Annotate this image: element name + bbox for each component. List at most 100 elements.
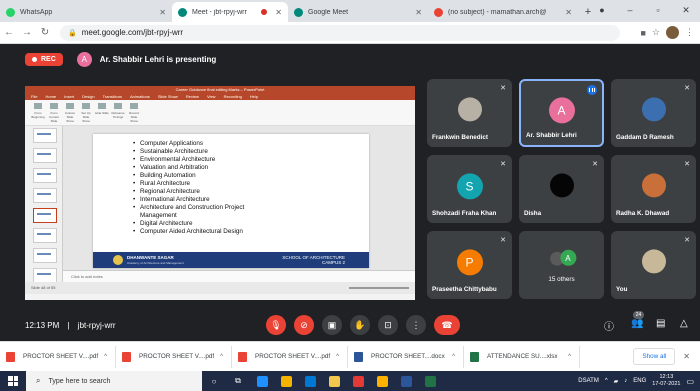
more-options-button[interactable]: ⋮ (406, 315, 426, 335)
chevron-up-icon[interactable]: ^ (104, 354, 107, 360)
activities-icon[interactable]: △ (680, 318, 688, 329)
recording-badge[interactable]: REC (25, 52, 63, 66)
ribbon-label: Record Slide Show (129, 111, 139, 123)
browser-tab[interactable]: Meet - jbt-rpyj-wrr ✕ (172, 2, 288, 22)
raise-hand-button[interactable]: ✋ (350, 315, 370, 335)
download-item[interactable]: PROCTOR SHEET V....pdf ^ (116, 345, 232, 368)
network-icon[interactable]: ▰ (614, 378, 619, 385)
taskbar-clock[interactable]: 12:13 17-07-2021 (652, 374, 680, 388)
slide-count: Slide 48 of 55 (31, 285, 56, 290)
browser-tab[interactable]: (no subject) - mamathan.arch@ ✕ (428, 2, 578, 22)
download-item[interactable]: PROCTOR SHEET....docx ^ (348, 345, 464, 368)
file-icon (470, 351, 479, 362)
ribbon-icon (82, 103, 90, 109)
explorer-icon[interactable] (322, 371, 346, 391)
forward-icon[interactable]: → (18, 27, 36, 38)
maximize-icon[interactable]: ▫ (644, 5, 672, 15)
participant-tile[interactable]: A Ar. Shabbir Lehri (519, 79, 604, 147)
bullet-item: • Computer Aided Architectural Design (133, 228, 244, 236)
participant-photo (641, 97, 666, 122)
avatar[interactable] (666, 26, 679, 39)
system-tray: DSATM ^ ▰ ♪ ENG 12:13 17-07-2021 ▭ (578, 374, 700, 388)
participant-name: Radha K. Dhawad (616, 210, 670, 217)
mail-icon[interactable] (298, 371, 322, 391)
download-item[interactable]: PROCTOR SHEET V....pdf ^ (232, 345, 348, 368)
volume-icon[interactable]: ♪ (624, 378, 627, 384)
url-input[interactable]: 🔒 meet.google.com/jbt-rpyj-wrr (60, 24, 620, 41)
chrome-icon[interactable] (274, 371, 298, 391)
chevron-up-icon[interactable]: ^ (336, 354, 339, 360)
mic-off-icon: ✕ (500, 85, 506, 92)
bullet-text: Management (140, 212, 177, 219)
tab-close-icon[interactable]: ✕ (159, 8, 166, 17)
tab-close-icon[interactable]: ✕ (415, 8, 422, 17)
participant-tile[interactable]: Disha ✕ (519, 155, 604, 223)
store-icon[interactable] (370, 371, 394, 391)
tab-close-icon[interactable]: ✕ (565, 8, 572, 17)
chevron-up-icon[interactable]: ^ (452, 354, 455, 360)
minimize-icon[interactable]: – (616, 5, 644, 15)
leave-call-button[interactable]: ☎ (434, 315, 460, 335)
speaking-indicator-icon (587, 85, 597, 95)
participant-tile[interactable]: You ✕ (611, 231, 696, 299)
task-view-icon[interactable]: ⧉ (226, 371, 250, 391)
camera-off-button[interactable]: ⊘ (294, 315, 314, 335)
download-item[interactable]: ATTENDANCE SU....xlsx ^ (464, 345, 580, 368)
excel-icon[interactable] (418, 371, 442, 391)
show-all-button[interactable]: Show all (633, 348, 676, 365)
captions-button[interactable]: ▣ (322, 315, 342, 335)
slide-thumbnails (25, 126, 63, 294)
close-icon[interactable]: ✕ (683, 352, 690, 361)
download-filename: PROCTOR SHEET V....pdf (139, 353, 215, 360)
participant-tile[interactable]: Gaddam D Ramesh ✕ (611, 79, 696, 147)
info-icon[interactable]: ⓘ (604, 318, 614, 333)
menu-icon[interactable]: ⋮ (685, 27, 694, 38)
slide-thumbnail (33, 128, 57, 143)
reload-icon[interactable]: ↻ (36, 27, 54, 38)
windows-taskbar: ⌕ Type here to search ○ ⧉ DSATM ^ ▰ ♪ EN… (0, 371, 700, 391)
chevron-up-icon[interactable]: ^ (568, 354, 571, 360)
download-item[interactable]: PROCTOR SHEET V....pdf ^ (0, 345, 116, 368)
tab-close-icon[interactable]: ✕ (275, 8, 282, 17)
notification-icon[interactable]: ▭ (686, 377, 694, 386)
acrobat-icon[interactable] (346, 371, 370, 391)
camera-indicator-icon[interactable]: ■ (640, 28, 645, 38)
chevron-up-icon[interactable]: ^ (220, 354, 223, 360)
star-icon[interactable]: ☆ (652, 27, 660, 38)
tab-favicon-icon (294, 7, 303, 17)
taskbar-search[interactable]: ⌕ Type here to search (26, 371, 202, 391)
chat-icon[interactable]: ▤ (656, 318, 665, 329)
file-icon (6, 351, 15, 362)
cortana-icon[interactable]: ○ (202, 371, 226, 391)
footer-school: DHANWANTE SAGAR (127, 255, 174, 260)
edge-icon[interactable] (250, 371, 274, 391)
thumbnail-content (37, 193, 51, 195)
participant-tile[interactable]: P Praseetha Chittybabu ✕ (427, 231, 512, 299)
browser-tab[interactable]: WhatsApp ✕ (0, 2, 172, 22)
back-icon[interactable]: ← (0, 27, 18, 38)
language-indicator[interactable]: ENG (633, 378, 646, 384)
browser-tab[interactable]: Google Meet ✕ (288, 2, 428, 22)
start-button[interactable] (0, 376, 26, 386)
close-window-icon[interactable]: ✕ (672, 5, 700, 16)
mic-off-icon: ✕ (684, 161, 690, 168)
people-icon[interactable]: 👥 (631, 318, 643, 329)
present-button[interactable]: ⊡ (378, 315, 398, 335)
mic-off-icon: ✕ (500, 161, 506, 168)
ribbon-icon (114, 103, 122, 109)
participant-tile[interactable]: S Shohzadi Fraha Khan ✕ (427, 155, 512, 223)
word-icon[interactable] (394, 371, 418, 391)
recording-indicator-icon (261, 9, 268, 15)
participant-tile[interactable]: Frankwin Benedict ✕ (427, 79, 512, 147)
participant-tile[interactable]: Radha K. Dhawad ✕ (611, 155, 696, 223)
tray-expand-icon[interactable]: ^ (605, 378, 608, 384)
mic-off-button[interactable]: 🎙 (266, 315, 286, 335)
window-controls: ● – ▫ ✕ (588, 0, 700, 20)
ribbon-label: From Current Slide (48, 111, 59, 123)
bullet-marker: • (133, 228, 136, 235)
download-filename: PROCTOR SHEET....docx (371, 353, 445, 360)
participant-tile[interactable]: A 15 others (519, 231, 604, 299)
profile-dot-icon[interactable]: ● (588, 5, 616, 15)
bullet-marker: • (133, 188, 136, 195)
ppt-menu-item: Slide Show (157, 94, 178, 99)
